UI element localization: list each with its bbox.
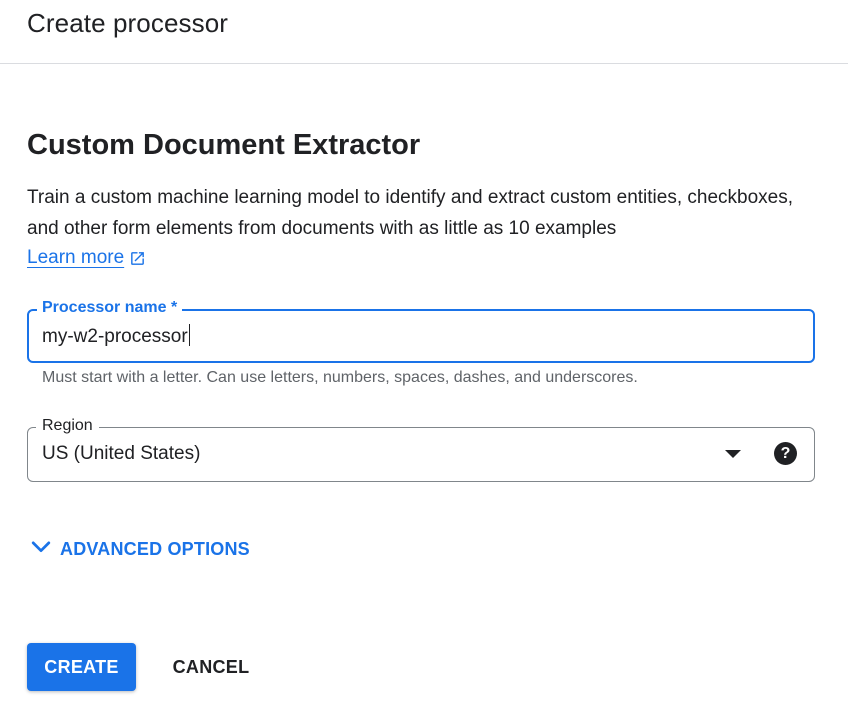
- processor-description: Train a custom machine learning model to…: [27, 187, 794, 239]
- advanced-options-toggle[interactable]: ADVANCED OPTIONS: [30, 536, 250, 563]
- caret-down-icon[interactable]: [725, 450, 741, 458]
- processor-type-title: Custom Document Extractor: [27, 129, 421, 161]
- learn-more-label: Learn more: [27, 247, 125, 268]
- page-header: Create processor: [0, 0, 848, 64]
- page-title: Create processor: [27, 8, 229, 38]
- cancel-button[interactable]: CANCEL: [160, 643, 262, 691]
- processor-name-label: Processor name *: [37, 298, 183, 318]
- processor-name-input[interactable]: my-w2-processor: [42, 324, 190, 349]
- processor-name-field[interactable]: Processor name * my-w2-processor: [27, 298, 815, 363]
- region-label: Region: [36, 416, 99, 436]
- advanced-options-label: ADVANCED OPTIONS: [60, 539, 250, 559]
- chevron-down-icon: [30, 536, 52, 563]
- create-processor-page: Create processor Custom Document Extract…: [0, 0, 848, 727]
- learn-more-link[interactable]: Learn more: [27, 244, 146, 272]
- region-select[interactable]: Region US (United States) ?: [27, 416, 815, 482]
- create-button[interactable]: CREATE: [27, 643, 136, 691]
- text-cursor: [188, 324, 190, 346]
- help-icon[interactable]: ?: [774, 442, 797, 465]
- external-link-icon: [129, 250, 146, 267]
- region-value: US (United States): [42, 443, 201, 464]
- processor-name-value: my-w2-processor: [42, 326, 188, 347]
- processor-name-hint: Must start with a letter. Can use letter…: [42, 369, 638, 386]
